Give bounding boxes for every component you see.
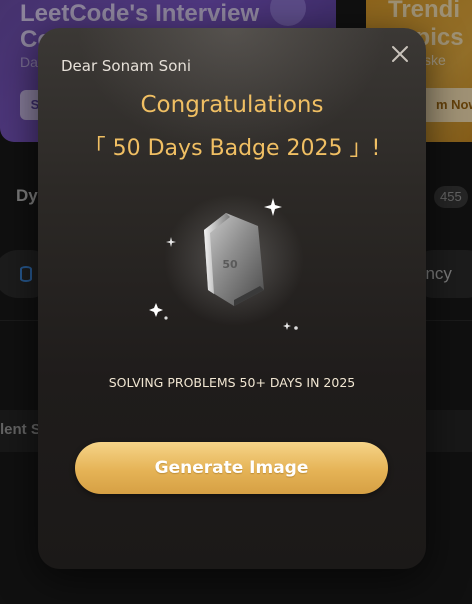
generate-image-button[interactable]: Generate Image [75,442,388,494]
hexagon-badge-icon: 50 [149,194,304,330]
badge-subtitle: SOLVING PROBLEMS 50+ DAYS IN 2025 [108,375,356,390]
congrats-heading: Congratulations [140,92,324,118]
badge-congrats-modal: Dear Sonam Soni Congratulations 「 50 Day… [38,28,426,569]
greeting-text: Dear Sonam Soni [61,57,192,75]
badge-title: 「 50 Days Badge 2025 」! [83,136,381,161]
badge-mark: 50 [222,258,238,271]
page: LeetCode's Interview Co Da S Trendi Topi… [0,0,472,604]
close-icon[interactable] [388,42,412,66]
